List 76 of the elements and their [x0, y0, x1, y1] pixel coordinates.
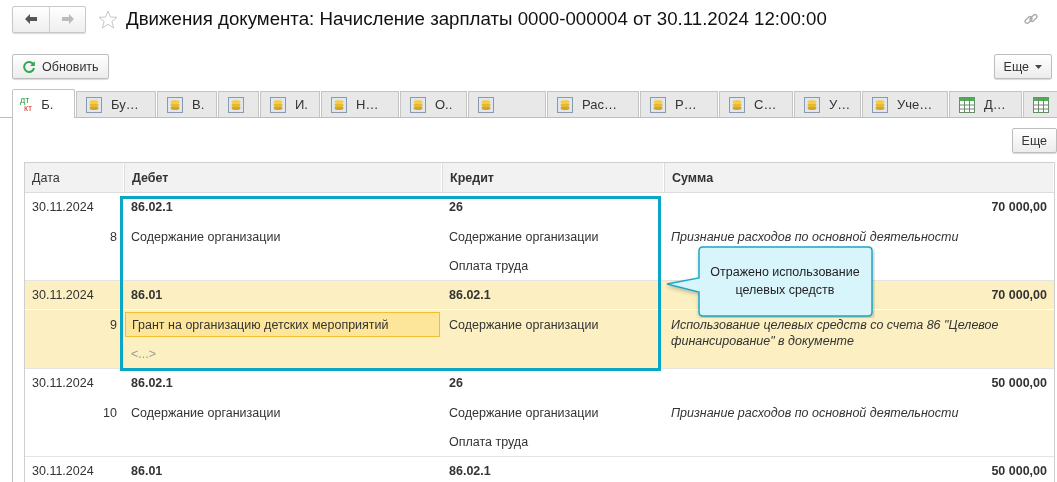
debit-credit-icon: дт кт — [20, 96, 33, 112]
table-icon — [959, 96, 975, 113]
column-header[interactable]: Дебет — [124, 163, 442, 192]
tab[interactable] — [218, 91, 259, 117]
table-cell-text: Оплата труда — [448, 433, 530, 451]
coins-icon — [729, 96, 745, 113]
column-header[interactable]: Сумма — [664, 163, 1054, 192]
callout: Отражено использование целевых средств — [665, 246, 875, 318]
more-button[interactable]: Еще — [993, 54, 1052, 79]
table-cell-text: 86.01 — [130, 463, 164, 480]
window-title: Движения документа: Начисление зарплаты 0000-000004 от 30.11.2024 12:00:00 — [126, 8, 827, 30]
column-header[interactable]: Кредит — [442, 163, 664, 192]
table-cell-text: Содержание организации — [130, 404, 282, 422]
coins-icon — [410, 96, 426, 113]
tab[interactable]: У… — [794, 91, 861, 117]
table-cell: Признание расходов по основной деятельности — [671, 405, 959, 421]
table-cell-text: <...> — [130, 345, 158, 363]
link-icon[interactable] — [1023, 11, 1039, 27]
arrow-right-icon — [60, 14, 75, 24]
tab[interactable]: Бу… — [76, 91, 156, 117]
coins-icon — [331, 96, 347, 113]
coins-icon — [270, 96, 286, 113]
table-cell-text: Содержание организации — [448, 316, 600, 334]
tab[interactable]: Рас… — [547, 91, 639, 117]
table-cell-text: 30.11.2024 — [31, 199, 95, 216]
table-cell-text: Использование целевых средств со счета 86 "Целевое финансирование" в документе — [671, 317, 1000, 349]
table-cell: Грант на организацию детских мероприятий — [125, 312, 440, 337]
star-icon[interactable] — [98, 9, 118, 29]
tab[interactable]: В. — [157, 91, 217, 117]
refresh-button[interactable]: Обновить — [12, 54, 109, 79]
arrow-left-icon — [24, 14, 38, 24]
table-cell-text: 26 — [448, 375, 464, 392]
table-row[interactable]: 30.11.2024 10 86.02.1 Содержание организации 26 Содержание организации Оплата труда 50 000,00 Признание расходов по основной деятельности — [25, 369, 1054, 457]
caret-icon — [1035, 64, 1042, 69]
table-cell-text: 8 — [109, 228, 118, 246]
table-cell-text: Содержание организации — [448, 228, 600, 246]
table-cell-text: Оплата труда — [448, 257, 530, 275]
table-cell-text: 86.02.1 — [130, 199, 174, 216]
tab[interactable]: И. — [260, 91, 320, 117]
table-cell-text: Содержание организации — [448, 404, 600, 422]
table-icon — [1033, 96, 1049, 113]
column-header[interactable]: Дата — [25, 163, 124, 192]
table-cell-text: 50 000,00 — [990, 463, 1048, 480]
tab[interactable]: Н… — [321, 91, 399, 117]
refresh-icon — [22, 59, 36, 74]
table-cell-text: 86.02.1 — [448, 463, 492, 480]
coins-icon — [86, 96, 102, 113]
table-cell-text: 30.11.2024 — [31, 463, 95, 480]
coins-icon — [478, 96, 494, 113]
coins-icon — [804, 96, 820, 113]
table-cell-text: 86.02.1 — [448, 288, 492, 302]
tab[interactable]: Р… — [640, 91, 718, 117]
tab[interactable]: С… — [719, 91, 793, 117]
table-cell: 30.11.2024 — [25, 281, 124, 310]
table-cell-text: 9 — [109, 316, 118, 334]
more-button[interactable]: Еще — [1011, 128, 1057, 153]
coins-icon — [228, 96, 244, 113]
coins-icon — [167, 96, 183, 113]
table-cell-text: Содержание организации — [130, 228, 282, 246]
tab[interactable]: Д… — [949, 91, 1022, 117]
table-cell-text: 70 000,00 — [990, 199, 1048, 216]
table-cell: Признание расходов по основной деятельности — [671, 229, 959, 245]
tab[interactable] — [468, 91, 546, 117]
tab[interactable]: Уче… — [862, 91, 948, 117]
coins-icon — [557, 96, 573, 113]
table-cell-text: 50 000,00 — [990, 375, 1048, 392]
table-cell-text: 86.02.1 — [130, 375, 174, 392]
table-row[interactable]: 30.11.2024 86.01 86.02.1 50 000,00 — [25, 457, 1054, 482]
tab[interactable]: О.. — [400, 91, 467, 117]
table-cell-text: 10 — [102, 404, 118, 422]
tab[interactable] — [1023, 91, 1057, 117]
table-cell-text: 86.01 — [130, 288, 164, 302]
coins-icon — [650, 96, 666, 113]
coins-icon — [872, 96, 888, 113]
table-cell-text: 30.11.2024 — [31, 375, 95, 392]
table-cell-text: 26 — [448, 199, 464, 216]
